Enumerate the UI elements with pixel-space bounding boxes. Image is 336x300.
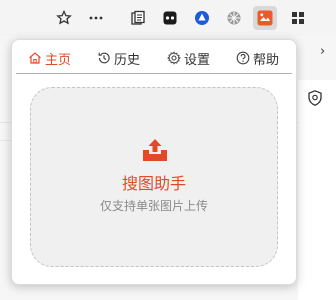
extension-popup: 主页 历史 设置 帮助 搜图助手 仅支持单张图片上传: [11, 39, 297, 285]
tab-help[interactable]: 帮助: [236, 48, 279, 68]
grey-extension-icon[interactable]: [222, 6, 246, 30]
tab-history[interactable]: 历史: [97, 48, 140, 68]
page-panel: [298, 80, 336, 300]
tabs-divider: [16, 73, 292, 74]
tab-label: 帮助: [253, 52, 280, 68]
dropzone-title: 搜图助手: [121, 174, 186, 193]
tab-home[interactable]: 主页: [28, 48, 71, 68]
browser-toolbar: [0, 0, 336, 36]
extensions-grid-icon[interactable]: [286, 6, 310, 30]
bookmark-star-icon[interactable]: [52, 6, 76, 30]
tab-label: 设置: [184, 52, 211, 68]
home-icon: [28, 51, 42, 65]
help-icon: [236, 51, 250, 65]
image-upload-dropzone[interactable]: 搜图助手 仅支持单张图片上传: [30, 87, 278, 267]
history-icon: [97, 51, 111, 65]
reader-extension-icon[interactable]: [126, 6, 150, 30]
dark-extension-icon[interactable]: [158, 6, 182, 30]
settings-icon: [167, 51, 181, 65]
dropzone-subtitle: 仅支持单张图片上传: [99, 199, 208, 213]
tab-label: 历史: [114, 52, 141, 68]
tab-settings[interactable]: 设置: [167, 48, 210, 68]
image-search-extension-icon[interactable]: [253, 6, 277, 30]
upload-icon: [143, 139, 167, 161]
more-icon[interactable]: [84, 6, 108, 30]
vpn-extension-icon[interactable]: [190, 6, 214, 30]
popup-tabs: 主页 历史 设置 帮助: [12, 40, 296, 74]
shield-icon[interactable]: [303, 86, 327, 110]
tab-label: 主页: [45, 52, 72, 68]
chevron-right-icon[interactable]: ›: [320, 44, 325, 59]
